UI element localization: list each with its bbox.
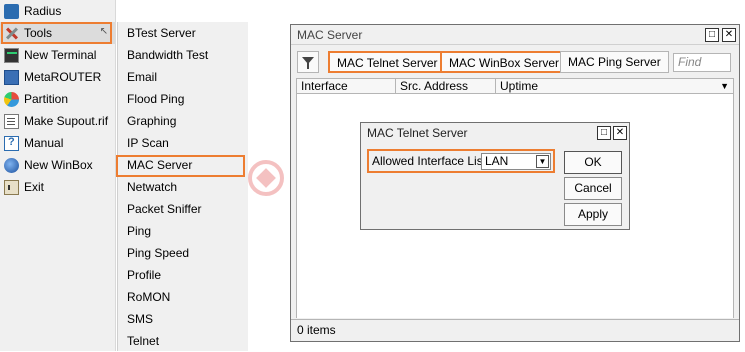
column-dropdown-icon[interactable]: ▼ — [720, 79, 729, 93]
terminal-icon — [4, 47, 19, 63]
menu-item-flood-ping[interactable]: Flood Ping — [118, 88, 249, 110]
lanmarket-logo-icon — [248, 160, 284, 196]
sidebar-item-label: New WinBox — [24, 158, 93, 172]
allowed-interface-list-select[interactable]: LAN ▼ — [481, 153, 551, 170]
sidebar-item-label: Partition — [24, 92, 69, 106]
ok-button[interactable]: OK — [564, 151, 622, 174]
maximize-icon[interactable]: □ — [705, 28, 719, 42]
allowed-interface-list-value: LAN — [485, 154, 509, 168]
menu-item-profile[interactable]: Profile — [118, 264, 249, 286]
sidebar-item-label: Manual — [24, 136, 64, 150]
allowed-interface-list-row: Allowed Interface List: LAN ▼ — [367, 149, 555, 173]
sidebar-item-radius[interactable]: Radius — [0, 0, 116, 22]
manual-icon — [4, 135, 19, 151]
mac-server-highlight-box — [116, 155, 245, 177]
sidebar-item-label: Exit — [24, 180, 45, 194]
menu-item-graphing[interactable]: Graphing — [118, 110, 249, 132]
exit-icon — [4, 179, 19, 195]
mac-telnet-server-dialog: MAC Telnet Server □ ✕ Allowed Interface … — [360, 122, 630, 230]
sidebar-item-manual[interactable]: Manual — [0, 132, 116, 154]
column-header-src-address[interactable]: Src. Address — [396, 79, 496, 93]
sidebar-item-label: New Terminal — [24, 48, 97, 62]
partition-icon — [4, 91, 19, 107]
sidebar-item-metarouter[interactable]: MetaROUTER — [0, 66, 116, 88]
sidebar-item-make-supout[interactable]: Make Supout.rif — [0, 110, 116, 132]
sidebar-item-label: Radius — [24, 4, 62, 18]
main-sidebar: Radius Tools ↖ New Terminal MetaROUTER P… — [0, 0, 116, 351]
menu-item-ping-speed[interactable]: Ping Speed — [118, 242, 249, 264]
sidebar-item-label: MetaROUTER — [24, 70, 102, 84]
menu-item-bandwidth-test[interactable]: Bandwidth Test — [118, 44, 249, 66]
close-icon[interactable]: ✕ — [722, 28, 736, 42]
menu-item-packet-sniffer[interactable]: Packet Sniffer — [118, 198, 249, 220]
apply-button[interactable]: Apply — [564, 203, 622, 226]
menu-item-romon[interactable]: RoMON — [118, 286, 249, 308]
sidebar-item-label: Make Supout.rif — [24, 114, 109, 128]
radius-icon — [4, 3, 19, 19]
window-title: MAC Server — [291, 25, 739, 45]
menu-item-telnet[interactable]: Telnet — [118, 330, 249, 352]
column-header-uptime[interactable]: Uptime — [496, 79, 596, 93]
menu-item-netwatch[interactable]: Netwatch — [118, 176, 249, 198]
status-bar: 0 items — [291, 319, 739, 341]
tools-submenu: BTest Server Bandwidth Test Email Flood … — [117, 22, 248, 351]
dialog-title: MAC Telnet Server — [367, 126, 468, 140]
mac-ping-server-button[interactable]: MAC Ping Server — [560, 51, 669, 73]
cancel-button[interactable]: Cancel — [564, 177, 622, 200]
sidebar-item-new-terminal[interactable]: New Terminal — [0, 44, 116, 66]
menu-item-ip-scan[interactable]: IP Scan — [118, 132, 249, 154]
sidebar-item-exit[interactable]: Exit — [0, 176, 116, 198]
dropdown-arrow-icon[interactable]: ▼ — [536, 155, 549, 168]
menu-item-sms[interactable]: SMS — [118, 308, 249, 330]
menu-item-email[interactable]: Email — [118, 66, 249, 88]
mac-telnet-server-button[interactable]: MAC Telnet Server — [328, 51, 447, 73]
menu-item-btest-server[interactable]: BTest Server — [118, 22, 249, 44]
find-input[interactable]: Find — [673, 53, 731, 72]
winbox-icon — [4, 157, 19, 173]
menu-item-ping[interactable]: Ping — [118, 220, 249, 242]
column-header-interface[interactable]: Interface — [297, 79, 396, 93]
allowed-interface-list-label: Allowed Interface List: — [372, 154, 490, 168]
filter-icon[interactable] — [297, 51, 319, 73]
tools-highlight-box — [1, 22, 112, 44]
mac-winbox-server-button[interactable]: MAC WinBox Server — [440, 51, 569, 73]
sidebar-item-partition[interactable]: Partition — [0, 88, 116, 110]
maximize-icon[interactable]: □ — [597, 126, 611, 140]
metarouter-icon — [4, 69, 19, 85]
close-icon[interactable]: ✕ — [613, 126, 627, 140]
supout-icon — [4, 113, 19, 129]
table-header: Interface Src. Address Uptime ▼ — [296, 78, 734, 94]
sidebar-item-new-winbox[interactable]: New WinBox — [0, 154, 116, 176]
